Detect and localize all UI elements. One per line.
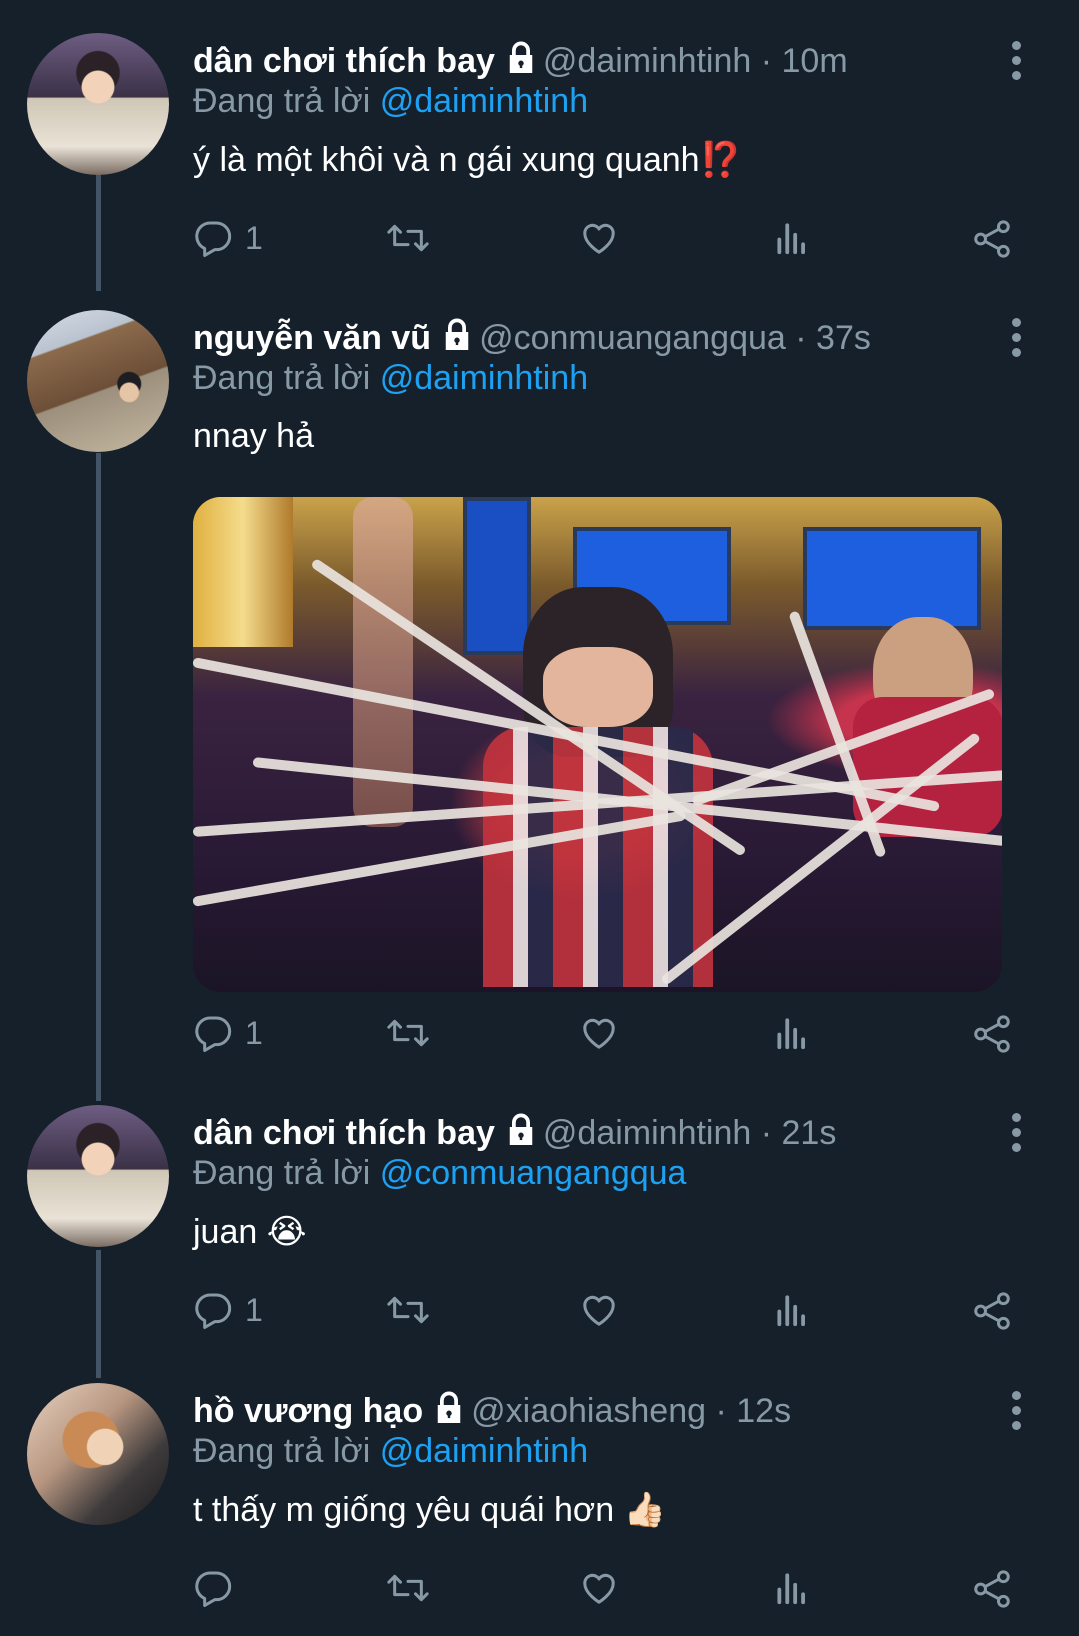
- analytics-button[interactable]: [773, 218, 811, 258]
- mention-link[interactable]: @conmuangangqua: [380, 1154, 687, 1192]
- tweet-text: nnay hả: [193, 417, 314, 455]
- handle[interactable]: @xiaohiasheng: [471, 1392, 706, 1430]
- action-bar: [193, 1568, 1023, 1618]
- tweet-header: nguyễn văn vũ @conmuangangqua · 37s: [193, 317, 871, 362]
- retweet-icon: [387, 1574, 429, 1602]
- replying-to: Đang trả lời @conmuangangqua: [193, 1154, 687, 1192]
- share-icon: [974, 220, 1010, 258]
- display-name[interactable]: nguyễn văn vũ: [193, 319, 431, 357]
- reply-button[interactable]: [193, 1568, 245, 1608]
- avatar[interactable]: [27, 1383, 169, 1525]
- more-icon[interactable]: [1011, 318, 1023, 363]
- tweet-media-image[interactable]: [193, 497, 1002, 992]
- reply-button[interactable]: 1: [193, 1013, 263, 1053]
- display-name[interactable]: dân chơi thích bay: [193, 42, 495, 80]
- like-icon: [583, 223, 615, 254]
- share-icon: [974, 1292, 1010, 1330]
- share-button[interactable]: [971, 1568, 1013, 1610]
- like-button[interactable]: [578, 1568, 632, 1608]
- mention-link[interactable]: @daiminhtinh: [380, 82, 588, 120]
- timestamp[interactable]: 12s: [736, 1392, 791, 1430]
- retweet-icon: [387, 1296, 429, 1324]
- analytics-icon: [777, 1018, 805, 1050]
- handle[interactable]: @daiminhtinh: [543, 42, 751, 80]
- tweet-text: ý là một khôi và n gái xung quanh⁉️: [193, 141, 742, 179]
- like-icon: [583, 1018, 615, 1049]
- retweet-button[interactable]: [386, 1568, 442, 1608]
- tweet-header: hồ vương hạo @xiaohiasheng · 12s: [193, 1390, 791, 1435]
- share-icon: [974, 1570, 1010, 1608]
- action-bar: 1: [193, 218, 1023, 268]
- like-button[interactable]: [578, 218, 632, 258]
- reply-button[interactable]: 1: [193, 1290, 263, 1330]
- more-icon[interactable]: [1011, 41, 1023, 86]
- reply-count: 1: [245, 1291, 263, 1328]
- like-button[interactable]: [578, 1290, 632, 1330]
- analytics-icon: [777, 223, 805, 255]
- lock-icon: [439, 317, 475, 362]
- more-icon[interactable]: [1011, 1113, 1023, 1158]
- timestamp[interactable]: 37s: [816, 319, 871, 357]
- analytics-icon: [777, 1573, 805, 1605]
- reply-count: 1: [245, 219, 263, 256]
- analytics-icon: [777, 1295, 805, 1327]
- action-bar: 1: [193, 1290, 1023, 1340]
- analytics-button[interactable]: [773, 1290, 811, 1330]
- retweet-icon: [387, 224, 429, 252]
- handle[interactable]: @conmuangangqua: [479, 319, 786, 357]
- display-name[interactable]: dân chơi thích bay: [193, 1114, 495, 1152]
- share-icon: [974, 1015, 1010, 1053]
- retweet-button[interactable]: [386, 1290, 442, 1330]
- reply-icon: [195, 221, 232, 257]
- display-name[interactable]: hồ vương hạo: [193, 1392, 423, 1430]
- retweet-button[interactable]: [386, 218, 442, 258]
- timestamp[interactable]: 21s: [782, 1114, 837, 1152]
- tweet-header: dân chơi thích bay @daiminhtinh · 10m: [193, 40, 848, 85]
- analytics-button[interactable]: [773, 1568, 811, 1608]
- analytics-button[interactable]: [773, 1013, 811, 1053]
- lock-icon: [503, 40, 539, 85]
- share-button[interactable]: [971, 1290, 1013, 1332]
- tweet[interactable]: dân chơi thích bay @daiminhtinh · 10m Đan…: [0, 0, 1079, 295]
- avatar[interactable]: [27, 310, 169, 452]
- share-button[interactable]: [971, 218, 1013, 260]
- mention-link[interactable]: @daiminhtinh: [380, 1432, 588, 1470]
- mention-link[interactable]: @daiminhtinh: [380, 359, 588, 397]
- like-icon: [583, 1295, 615, 1326]
- tweet[interactable]: hồ vương hạo @xiaohiasheng · 12s Đang trả…: [0, 1375, 1079, 1636]
- like-icon: [583, 1573, 615, 1604]
- retweet-button[interactable]: [386, 1013, 442, 1053]
- lock-icon: [431, 1390, 467, 1435]
- lock-icon: [503, 1112, 539, 1157]
- tweet-text: juan 😭: [193, 1213, 307, 1251]
- reply-icon: [195, 1571, 232, 1607]
- share-button[interactable]: [971, 1013, 1013, 1055]
- action-bar: 1: [193, 1013, 1023, 1063]
- reply-count: 1: [245, 1014, 263, 1051]
- replying-to: Đang trả lời @daiminhtinh: [193, 1432, 589, 1470]
- tweet[interactable]: dân chơi thích bay @daiminhtinh · 21s Đan…: [0, 1075, 1079, 1375]
- avatar[interactable]: [27, 33, 169, 175]
- reply-icon: [195, 1293, 232, 1329]
- tweet-header: dân chơi thích bay @daiminhtinh · 21s: [193, 1112, 836, 1157]
- replying-to: Đang trả lời @daiminhtinh: [193, 82, 589, 120]
- reply-icon: [195, 1016, 232, 1052]
- handle[interactable]: @daiminhtinh: [543, 1114, 751, 1152]
- like-button[interactable]: [578, 1013, 632, 1053]
- more-icon[interactable]: [1011, 1391, 1023, 1436]
- avatar[interactable]: [27, 1105, 169, 1247]
- replying-to: Đang trả lời @daiminhtinh: [193, 359, 589, 397]
- retweet-icon: [387, 1019, 429, 1047]
- timestamp[interactable]: 10m: [782, 42, 848, 80]
- reply-button[interactable]: 1: [193, 218, 263, 258]
- tweet-text: t thấy m giống yêu quái hơn 👍🏻: [193, 1491, 666, 1529]
